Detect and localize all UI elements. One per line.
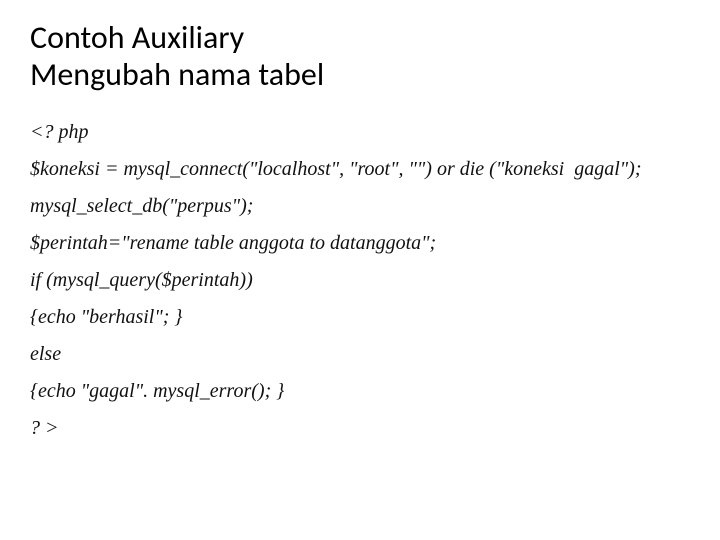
code-line: $koneksi = mysql_connect("localhost", "r…: [30, 151, 690, 188]
code-line: if (mysql_query($perintah)): [30, 262, 690, 299]
code-line: <? php: [30, 114, 690, 151]
code-line: {echo "berhasil"; }: [30, 299, 690, 336]
code-line: $perintah="rename table anggota to datan…: [30, 225, 690, 262]
code-line: else: [30, 336, 690, 373]
title-line-2: Mengubah nama tabel: [30, 55, 324, 94]
code-line: mysql_select_db("perpus");: [30, 188, 690, 225]
slide: Contoh Auxiliary Mengubah nama tabel <? …: [0, 0, 720, 477]
code-line: {echo "gagal". mysql_error(); }: [30, 373, 690, 410]
code-line: ? >: [30, 410, 690, 447]
title-line-1: Contoh Auxiliary: [30, 18, 244, 57]
slide-title: Contoh Auxiliary Mengubah nama tabel: [30, 20, 690, 94]
code-block: <? php $koneksi = mysql_connect("localho…: [30, 114, 690, 447]
